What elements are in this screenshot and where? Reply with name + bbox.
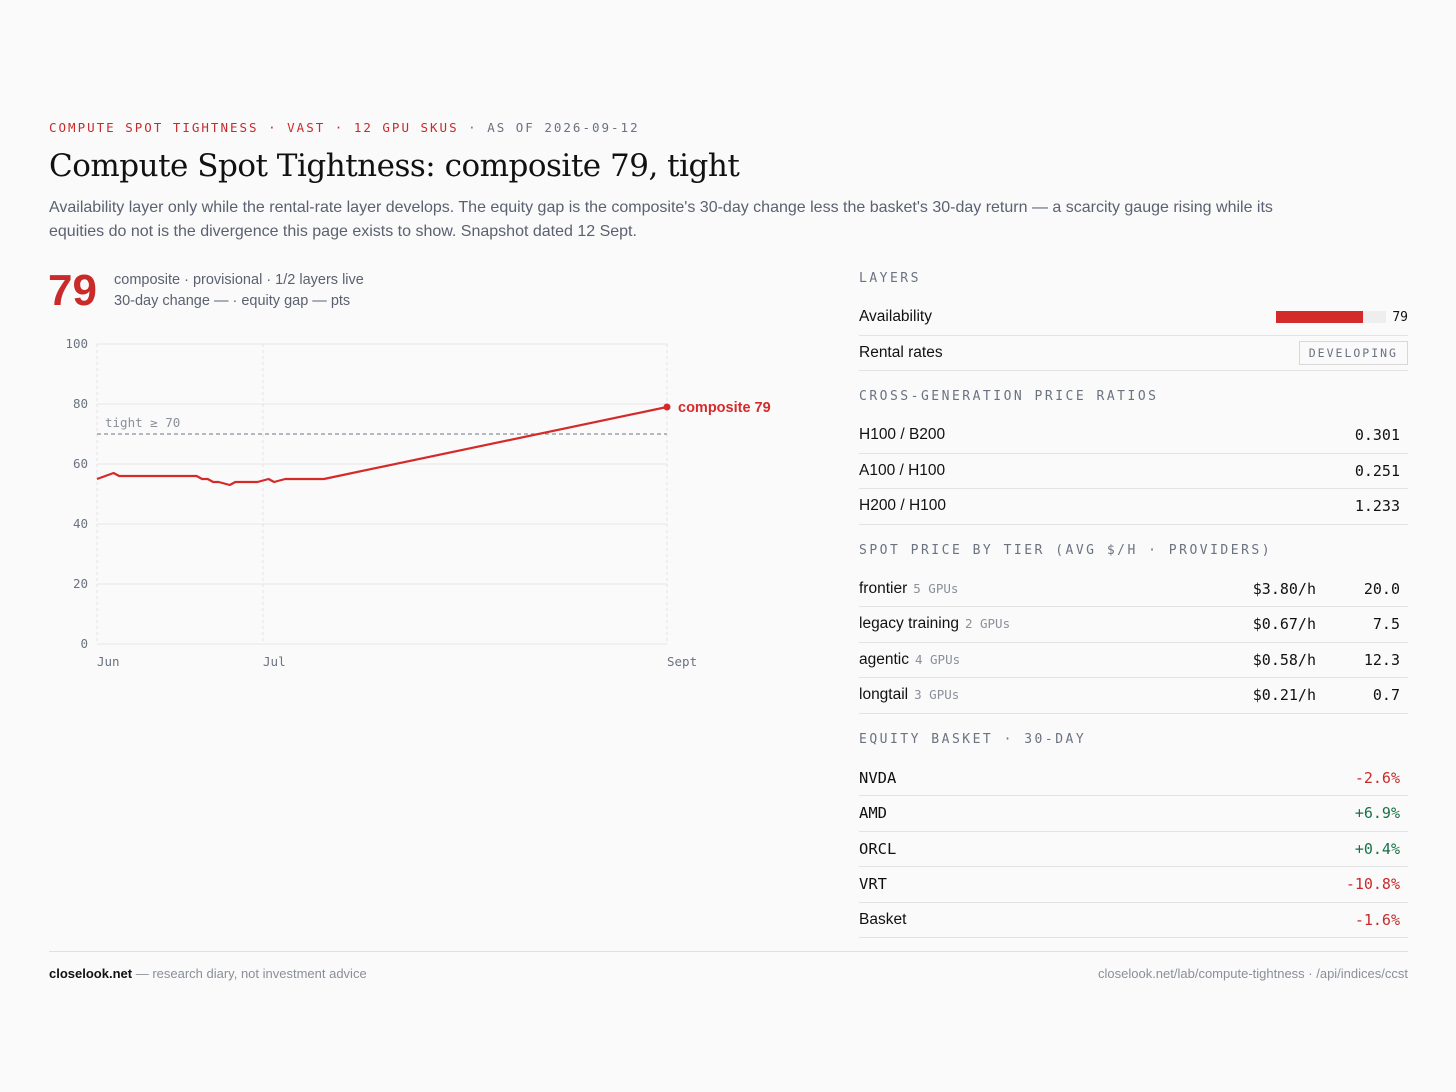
tier-label-group: legacy training 2 GPUs (859, 615, 1408, 633)
eyebrow: COMPUTE SPOT TIGHTNESS · VAST · 12 GPU S… (49, 120, 640, 135)
ratio-value: 0.301 (1354, 426, 1400, 445)
y-tick-label: 40 (73, 516, 88, 531)
tier-row: legacy training 2 GPUs $0.67/h 7.5 (859, 607, 1408, 643)
threshold-label: tight ≥ 70 (105, 415, 180, 430)
composite-series-line (96, 405, 668, 487)
equity-ticker: VRT (859, 875, 887, 894)
eyebrow-accent: COMPUTE SPOT TIGHTNESS · VAST · 12 GPU S… (49, 120, 459, 135)
footer-links[interactable]: closelook.net/lab/compute-tightness · /a… (1098, 966, 1408, 981)
ratio-row: H200 / H100 1.233 (859, 489, 1408, 525)
tier-label-group: agentic 4 GPUs (859, 651, 1408, 669)
equity-change: -10.8% (1345, 875, 1400, 894)
equity-change: +0.4% (1354, 839, 1400, 858)
ratio-label: H200 / H100 (859, 497, 947, 515)
tier-label: legacy training (859, 615, 959, 633)
equity-row: AMD +6.9% (859, 796, 1408, 832)
equity-heading: EQUITY BASKET · 30-DAY (859, 731, 1087, 747)
y-tick-label: 80 (73, 396, 88, 411)
tier-price: $0.58/h (1252, 650, 1316, 669)
tier-price: $3.80/h (1252, 579, 1316, 598)
tier-gpu-count: 2 GPUs (964, 616, 1011, 632)
tier-row: agentic 4 GPUs $0.58/h 12.3 (859, 643, 1408, 678)
composite-meta-line1: composite · provisional · 1/2 layers liv… (114, 272, 364, 288)
availability-bar-fill (1276, 311, 1363, 324)
ratio-value: 1.233 (1354, 497, 1400, 516)
footer-tagline: — research diary, not investment advice (135, 966, 367, 981)
page-subtitle: Availability layer only while the rental… (49, 199, 1273, 240)
equity-row: Basket -1.6% (859, 903, 1408, 938)
y-tick-label: 20 (73, 576, 88, 591)
ratio-label: H100 / B200 (859, 426, 946, 444)
ratio-row: A100 / H100 0.251 (859, 454, 1408, 489)
equity-row: ORCL +0.4% (859, 832, 1408, 867)
ratio-label: A100 / H100 (859, 461, 946, 479)
page-title: Compute Spot Tightness: composite 79, ti… (49, 148, 740, 184)
tier-price: $0.67/h (1252, 615, 1316, 634)
ratio-row: H100 / B200 0.301 (859, 418, 1408, 454)
x-tick-label: Jul (263, 654, 286, 669)
tier-price: $0.21/h (1252, 686, 1316, 705)
footer-divider (49, 951, 1408, 952)
tier-gpu-count: 4 GPUs (914, 651, 961, 667)
footer-left: closelook.net — research diary, not inve… (49, 966, 367, 981)
composite-endpoint (663, 403, 671, 411)
tier-providers: 7.5 (1372, 615, 1400, 634)
right-panel: LAYERS Availability 79 Rental rates DEVE… (859, 266, 1408, 938)
availability-value: 79 (1392, 309, 1408, 325)
composite-value: 79 (48, 266, 97, 315)
tier-row: frontier 5 GPUs $3.80/h 20.0 (859, 572, 1408, 607)
y-tick-label: 100 (65, 336, 88, 351)
equity-row: VRT -10.8% (859, 867, 1408, 903)
tiers-heading: SPOT PRICE BY TIER (AVG $/H · PROVIDERS) (859, 542, 1273, 558)
tier-label: frontier (859, 579, 908, 597)
tier-label-group: frontier 5 GPUs (859, 580, 1408, 598)
layers-heading: LAYERS (859, 271, 921, 286)
ratios-list: H100 / B200 0.301 A100 / H100 0.251 H200 / H… (859, 418, 1408, 525)
layer-row-availability: Availability 79 (859, 300, 1408, 336)
eyebrow-date: · AS OF 2026-09-12 (468, 120, 640, 135)
composite-line-chart: 0 20 40 60 80 100 Jun Jul Sept tight ≥ 70 composit… (65, 336, 771, 669)
equity-row: NVDA -2.6% (859, 761, 1408, 796)
composite-meta-line2: 30-day change — · equity gap — pts (114, 293, 351, 309)
equity-change: -2.6% (1354, 768, 1400, 787)
ratios-heading: CROSS-GENERATION PRICE RATIOS (859, 389, 1159, 404)
tier-providers: 20.0 (1363, 579, 1400, 598)
equity-ticker: Basket (859, 910, 907, 928)
y-tick-label: 0 (80, 636, 88, 651)
tier-providers: 0.7 (1372, 686, 1400, 705)
y-tick-label: 60 (73, 456, 88, 471)
ratio-value: 0.251 (1354, 461, 1400, 480)
equity-change: +6.9% (1354, 804, 1400, 823)
composite-end-label: composite 79 (678, 400, 771, 416)
footer-brand-link[interactable]: closelook.net (49, 966, 132, 981)
equity-ticker: NVDA (859, 768, 897, 787)
equity-ticker: ORCL (859, 839, 897, 858)
tier-label: agentic (859, 650, 909, 668)
developing-badge: DEVELOPING (1298, 340, 1408, 365)
tier-gpu-count: 5 GPUs (913, 580, 959, 596)
equity-ticker: AMD (859, 804, 887, 823)
x-tick-label: Sept (667, 654, 697, 669)
availability-bar (1276, 311, 1386, 324)
composite-meta: composite · provisional · 1/2 layers liv… (114, 270, 364, 312)
tier-providers: 12.3 (1363, 650, 1400, 669)
tier-gpu-count: 3 GPUs (914, 687, 960, 703)
layer-row-rental: Rental rates DEVELOPING (859, 336, 1408, 371)
x-tick-label: Jun (97, 654, 120, 669)
tier-label: longtail (859, 686, 909, 704)
tier-row: longtail 3 GPUs $0.21/h 0.7 (859, 678, 1408, 714)
tiers-list: frontier 5 GPUs $3.80/h 20.0 legacy training… (859, 572, 1408, 714)
equity-list: NVDA -2.6% AMD +6.9% ORCL +0.4% VRT -10.8% Baske… (859, 761, 1408, 938)
equity-change: -1.6% (1354, 910, 1400, 929)
tier-label-group: longtail 3 GPUs (859, 686, 1408, 704)
